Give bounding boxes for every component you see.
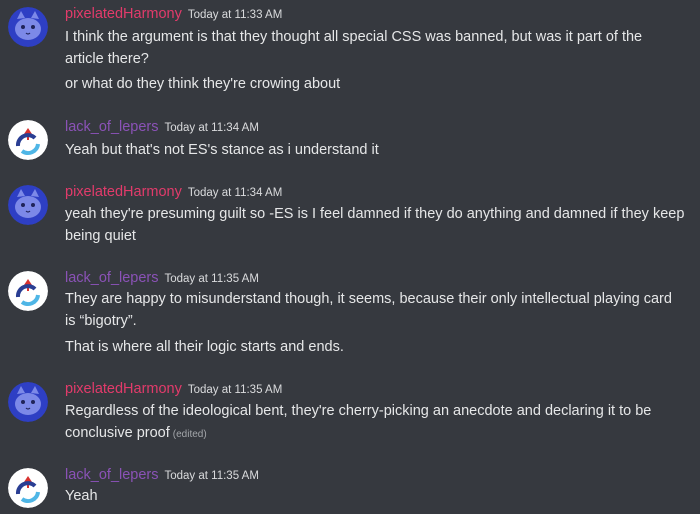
message-text: article there? (65, 51, 149, 67)
message-header: pixelatedHarmony Today at 11:35 AM (65, 379, 282, 399)
message-text: That is where all their logic starts and… (65, 339, 344, 355)
blue-cat-avatar[interactable] (8, 7, 48, 47)
blue-cat-avatar[interactable] (8, 185, 48, 225)
timestamp: Today at 11:34 AM (187, 187, 283, 199)
message-text: Yeah but that's not ES's stance as i und… (65, 142, 379, 158)
message-text: or what do they think they're crowing ab… (65, 76, 341, 92)
message-group: lack_of_lepers Today at 11:35 AM They are… (0, 268, 700, 358)
edited-label: (edited) (172, 429, 207, 440)
blue-cat-avatar[interactable] (8, 382, 48, 422)
chat-message-list: pixelatedHarmony Today at 11:33 AM I thin… (0, 0, 700, 514)
username[interactable]: pixelatedHarmony (65, 184, 182, 200)
message-header: lack_of_lepers Today at 11:34 AM (65, 117, 259, 137)
timestamp: Today at 11:35 AM (187, 384, 283, 396)
message-text: being quiet (65, 228, 136, 244)
message-text: Regardless of the ideological bent, they… (65, 403, 652, 419)
message-header: lack_of_lepers Today at 11:35 AM (65, 268, 259, 288)
message-header: lack_of_lepers Today at 11:35 AM (65, 465, 259, 485)
timestamp: Today at 11:35 AM (164, 273, 259, 285)
message-text: is “bigotry”. (65, 313, 137, 329)
message-group: lack_of_lepers Today at 11:35 AM Yeah (0, 465, 700, 511)
message-group: lack_of_lepers Today at 11:34 AM Yeah but… (0, 117, 700, 165)
timestamp: Today at 11:35 AM (164, 470, 259, 482)
swirl-logo-avatar[interactable] (8, 468, 48, 508)
username[interactable]: lack_of_lepers (65, 467, 159, 483)
swirl-logo-avatar[interactable] (8, 120, 48, 160)
username[interactable]: pixelatedHarmony (65, 6, 182, 22)
username[interactable]: lack_of_lepers (65, 270, 159, 286)
message-group: pixelatedHarmony Today at 11:33 AM I thin… (0, 4, 700, 98)
username[interactable]: lack_of_lepers (65, 119, 159, 135)
message-header: pixelatedHarmony Today at 11:33 AM (65, 4, 282, 24)
timestamp: Today at 11:34 AM (164, 122, 259, 134)
message-text-with-edit: conclusive proof (edited) (65, 422, 695, 446)
message-text: They are happy to misunderstand though, … (65, 291, 672, 307)
message-group: pixelatedHarmony Today at 11:34 AM yeah t… (0, 182, 700, 248)
message-header: pixelatedHarmony Today at 11:34 AM (65, 182, 282, 202)
message-text: yeah they're presuming guilt so -ES is I… (65, 206, 685, 222)
message-group: pixelatedHarmony Today at 11:35 AM Regard… (0, 379, 700, 447)
message-text: Yeah (65, 488, 98, 504)
message-text: conclusive proof (65, 425, 170, 441)
swirl-logo-avatar[interactable] (8, 271, 48, 311)
message-text: I think the argument is that they though… (65, 29, 643, 45)
username[interactable]: pixelatedHarmony (65, 381, 182, 397)
timestamp: Today at 11:33 AM (187, 9, 283, 21)
